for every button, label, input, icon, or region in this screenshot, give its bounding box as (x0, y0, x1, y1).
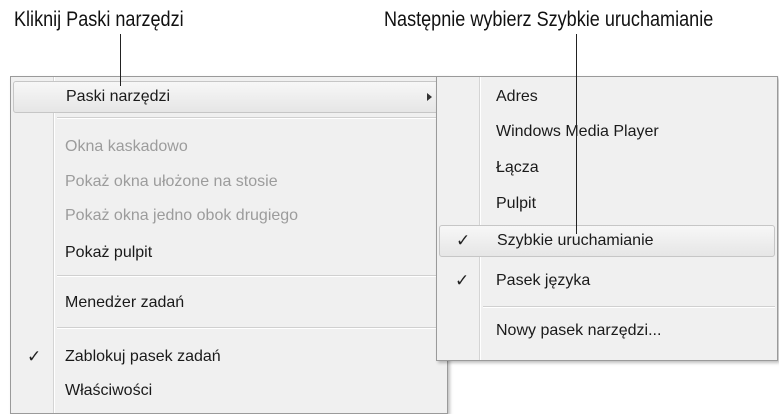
menu-item-label: Pasek języka (496, 272, 591, 289)
submenu-arrow-icon (427, 93, 432, 101)
caption-click-toolbars: Kliknij Paski narzędzi (14, 8, 184, 31)
menu-item-toolbars[interactable]: Paski narzędzi (13, 81, 445, 113)
menu-item-label: Szybkie uruchamianie (497, 232, 654, 249)
menu-item-label: Adres (496, 88, 538, 105)
menu-item-label: Pokaż okna jedno obok drugiego (65, 207, 299, 224)
callout-line-right (576, 34, 577, 234)
menu-item-label: Nowy pasek narzędzi... (496, 322, 662, 339)
menu-item-side-by-side: Pokaż okna jedno obok drugiego (13, 200, 445, 232)
menu-item-label: Łącza (496, 159, 539, 176)
menu-item-label: Pulpit (496, 195, 537, 212)
menu-item-label: Pokaż okna ułożone na stosie (65, 173, 278, 190)
menu-item-properties[interactable]: Właściwości (13, 375, 445, 407)
menu-item-lock-taskbar[interactable]: ✓ Zablokuj pasek zadań (13, 341, 445, 373)
submenu-item-language-bar[interactable]: ✓ Pasek języka (439, 265, 775, 297)
menu-item-task-manager[interactable]: Menedżer zadań (13, 287, 445, 319)
checkmark-icon: ✓ (456, 231, 471, 250)
submenu-item-quick-launch[interactable]: ✓ Szybkie uruchamianie (439, 225, 775, 257)
submenu-item-media-player[interactable]: Windows Media Player (439, 116, 775, 148)
caption-select-quick-launch: Następnie wybierz Szybkie uruchamianie (384, 8, 714, 31)
submenu-item-new-toolbar[interactable]: Nowy pasek narzędzi... (439, 315, 775, 347)
menu-item-label: Okna kaskadowo (65, 138, 188, 155)
menu-item-label: Zablokuj pasek zadań (65, 348, 221, 365)
menu-item-label: Menedżer zadań (65, 294, 185, 311)
checkmark-icon: ✓ (455, 271, 470, 290)
toolbars-submenu: Adres Windows Media Player Łącza Pulpit … (436, 76, 778, 361)
menu-item-stacked: Pokaż okna ułożone na stosie (13, 166, 445, 198)
submenu-item-links[interactable]: Łącza (439, 152, 775, 184)
callout-line-left (120, 34, 121, 86)
menu-item-label: Pokaż pulpit (65, 244, 153, 261)
submenu-item-address[interactable]: Adres (439, 81, 775, 113)
menu-item-label: Właściwości (65, 382, 153, 399)
menu-item-label: Paski narzędzi (66, 88, 171, 105)
checkmark-icon: ✓ (27, 347, 42, 366)
taskbar-context-menu: Paski narzędzi Okna kaskadowo Pokaż okna… (10, 76, 448, 414)
menu-item-cascade: Okna kaskadowo (13, 131, 445, 163)
menu-item-label: Windows Media Player (496, 123, 659, 140)
submenu-item-desktop[interactable]: Pulpit (439, 188, 775, 220)
menu-item-show-desktop[interactable]: Pokaż pulpit (13, 237, 445, 269)
